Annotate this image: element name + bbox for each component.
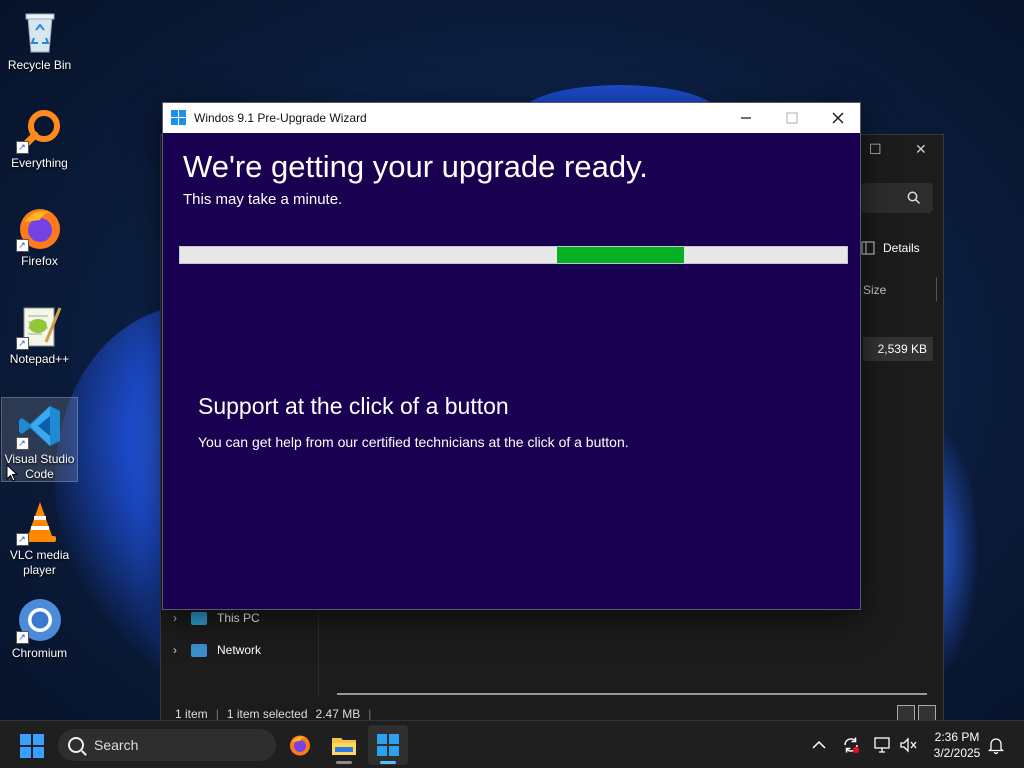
desktop-icon-recycle-bin[interactable]: Recycle Bin [1, 4, 78, 76]
shortcut-arrow-icon: ↗ [15, 239, 29, 252]
chevron-right-icon[interactable]: › [173, 643, 181, 657]
navigation-pane: › This PC › Network [161, 605, 319, 695]
shortcut-arrow-icon: ↗ [15, 337, 29, 350]
selected-size: 2.47 MB [315, 707, 361, 721]
column-separator[interactable] [936, 277, 937, 301]
windows-logo-icon [171, 110, 187, 126]
maximize-button[interactable] [769, 103, 815, 133]
clock-time: 2:36 PM [934, 730, 980, 744]
network-icon [191, 643, 207, 657]
tray-sync[interactable] [842, 721, 860, 768]
nav-item-this-pc[interactable]: › This PC [173, 611, 260, 625]
desktop-icon-label: Recycle Bin [7, 58, 72, 72]
tray-network[interactable] [874, 721, 892, 768]
desktop-icon-label: Notepad++ [9, 352, 70, 366]
chevron-right-icon[interactable]: › [173, 611, 181, 625]
desktop-icon-label: Everything [11, 156, 68, 170]
nav-item-label: Network [217, 643, 262, 657]
progress-indicator [557, 247, 684, 263]
status-divider: | [368, 707, 372, 721]
horizontal-scrollbar[interactable] [337, 693, 927, 695]
status-divider: | [215, 707, 219, 721]
clock-date: 3/2/2025 [933, 746, 981, 760]
shortcut-arrow-icon: ↗ [15, 631, 29, 644]
shortcut-arrow-icon: ↗ [15, 533, 29, 546]
minimize-button[interactable] [723, 103, 769, 133]
wizard-title: Windos 9.1 Pre-Upgrade Wizard [194, 111, 367, 125]
sync-icon [844, 737, 860, 754]
details-view-icon[interactable] [897, 705, 915, 721]
tray-volume[interactable] [900, 721, 918, 768]
close-icon[interactable]: ✕ [915, 141, 927, 158]
details-pane-icon [861, 241, 875, 255]
bell-icon [988, 738, 1004, 754]
support-title: Support at the click of a button [198, 393, 509, 419]
close-icon [832, 112, 844, 124]
search-icon [68, 737, 84, 753]
mouse-cursor-icon [6, 464, 18, 482]
wizard-heading: We're getting your upgrade ready. [183, 149, 648, 184]
explorer-status-bar: 1 item | 1 item selected 2.47 MB | [175, 707, 371, 721]
network-icon [874, 737, 890, 753]
details-pane-button[interactable]: Details [861, 241, 920, 255]
chromium-icon: ↗ [15, 596, 64, 644]
taskbar-upgrade-wizard[interactable] [368, 725, 408, 765]
desktop-icon-vlc[interactable]: ↗ VLC media player [1, 494, 78, 580]
running-indicator [336, 761, 352, 764]
desktop-icon-label: Firefox [21, 254, 58, 268]
volume-muted-icon [900, 737, 917, 753]
recycle-bin-icon [16, 8, 64, 56]
shortcut-arrow-icon: ↗ [15, 437, 29, 450]
everything-search-icon: ↗ [15, 106, 64, 154]
taskbar-clock[interactable]: 2:36 PM 3/2/2025 [926, 729, 988, 761]
notifications-button[interactable] [988, 721, 1004, 768]
firefox-icon [290, 735, 310, 756]
desktop-icon-label: Chromium [11, 646, 68, 660]
taskbar-file-explorer[interactable] [324, 725, 364, 765]
firefox-icon: ↗ [15, 204, 64, 252]
tiles-view-icon[interactable] [918, 705, 936, 721]
chevron-up-icon [812, 740, 826, 749]
running-indicator [380, 761, 396, 764]
taskbar-firefox[interactable] [280, 725, 320, 765]
notepadpp-icon: ↗ [15, 302, 64, 350]
windows-logo-icon [377, 734, 399, 756]
nav-item-label: This PC [217, 611, 260, 625]
upgrade-progress-bar [179, 246, 848, 264]
taskbar-search-box[interactable]: Search [58, 729, 276, 761]
item-count: 1 item [175, 707, 208, 721]
vscode-icon: ↗ [15, 402, 64, 450]
taskbar-search-label: Search [94, 737, 139, 753]
desktop-icon-label: VLC media player [9, 548, 70, 577]
desktop-icon-firefox[interactable]: ↗ Firefox [1, 200, 78, 272]
taskbar: Search 2:36 PM 3/2/2025 [0, 720, 1024, 768]
details-label: Details [883, 241, 920, 255]
folder-icon [332, 738, 356, 755]
column-header-size[interactable]: Size [863, 283, 886, 297]
close-button[interactable] [815, 103, 861, 133]
desktop-icon-chromium[interactable]: ↗ Chromium [1, 592, 78, 664]
shortcut-arrow-icon: ↗ [15, 141, 29, 154]
upgrade-wizard-window: Windos 9.1 Pre-Upgrade Wizard We're gett… [162, 102, 861, 610]
selected-count: 1 item selected [226, 707, 308, 721]
start-button[interactable] [20, 734, 44, 758]
support-text: You can get help from our certified tech… [198, 434, 629, 450]
show-hidden-icons[interactable] [812, 721, 826, 768]
minimize-icon [741, 117, 751, 119]
wizard-subheading: This may take a minute. [183, 191, 343, 208]
view-toggle [897, 705, 936, 721]
wizard-title-bar[interactable]: Windos 9.1 Pre-Upgrade Wizard [163, 103, 860, 133]
file-size-cell[interactable]: 2,539 KB [863, 337, 933, 361]
maximize-icon[interactable]: ☐ [869, 141, 882, 158]
maximize-icon [786, 112, 798, 124]
monitor-icon [191, 611, 207, 625]
search-icon [907, 191, 921, 205]
explorer-search-box[interactable] [861, 183, 933, 213]
vlc-cone-icon: ↗ [15, 498, 64, 546]
nav-item-network[interactable]: › Network [173, 643, 261, 657]
desktop-icon-everything[interactable]: ↗ Everything [1, 102, 78, 174]
desktop-icon-notepadpp[interactable]: ↗ Notepad++ [1, 298, 78, 370]
